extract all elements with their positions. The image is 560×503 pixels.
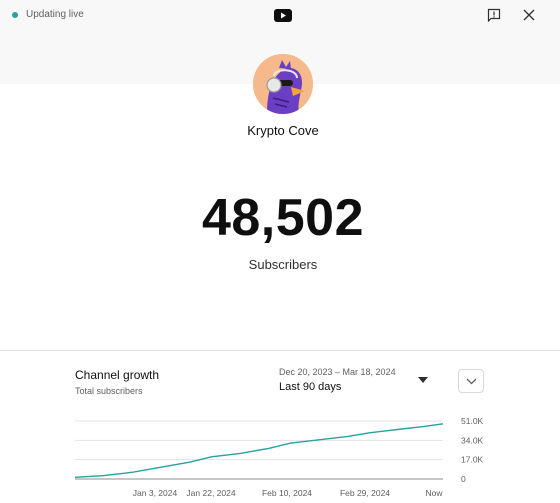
- feedback-icon[interactable]: [487, 8, 501, 22]
- subscriber-count: 48,502: [201, 189, 365, 247]
- chevron-down-icon: [466, 378, 477, 385]
- y-tick-label: 17.0K: [461, 455, 484, 465]
- date-range-text[interactable]: Dec 20, 2023 – Mar 18, 2024: [279, 367, 396, 377]
- x-tick-label: Feb 10, 2024: [262, 488, 312, 498]
- live-status-text: Updating live: [26, 9, 84, 20]
- section-divider: [0, 350, 560, 351]
- close-icon[interactable]: [522, 8, 536, 22]
- channel-name: Krypto Cove: [247, 123, 319, 138]
- bird-avatar-icon: [253, 54, 313, 114]
- y-tick-label: 34.0K: [461, 435, 484, 445]
- subscriber-label: Subscribers: [248, 257, 318, 272]
- caret-down-icon[interactable]: [418, 377, 428, 383]
- x-tick-label: Jan 3, 2024: [133, 488, 178, 498]
- x-tick-label: Feb 29, 2024: [340, 488, 390, 498]
- growth-subtitle: Total subscribers: [75, 386, 143, 396]
- expand-chart-button[interactable]: [458, 369, 484, 393]
- y-tick-label: 51.0K: [461, 416, 484, 426]
- x-tick-label: Now: [425, 488, 443, 498]
- live-status: Updating live: [12, 9, 84, 20]
- y-tick-label: 0: [461, 474, 466, 484]
- channel-avatar: [253, 54, 313, 114]
- x-tick-label: Jan 22, 2024: [186, 488, 235, 498]
- series-line: [74, 423, 444, 478]
- live-dot-icon: [12, 11, 18, 18]
- range-select[interactable]: Last 90 days: [279, 381, 341, 393]
- growth-chart: 51.0K 34.0K 17.0K 0 Jan 3, 2024 Jan 22, 2024 F…: [74, 416, 484, 498]
- youtube-icon: [274, 9, 292, 22]
- growth-title: Channel growth: [75, 368, 160, 382]
